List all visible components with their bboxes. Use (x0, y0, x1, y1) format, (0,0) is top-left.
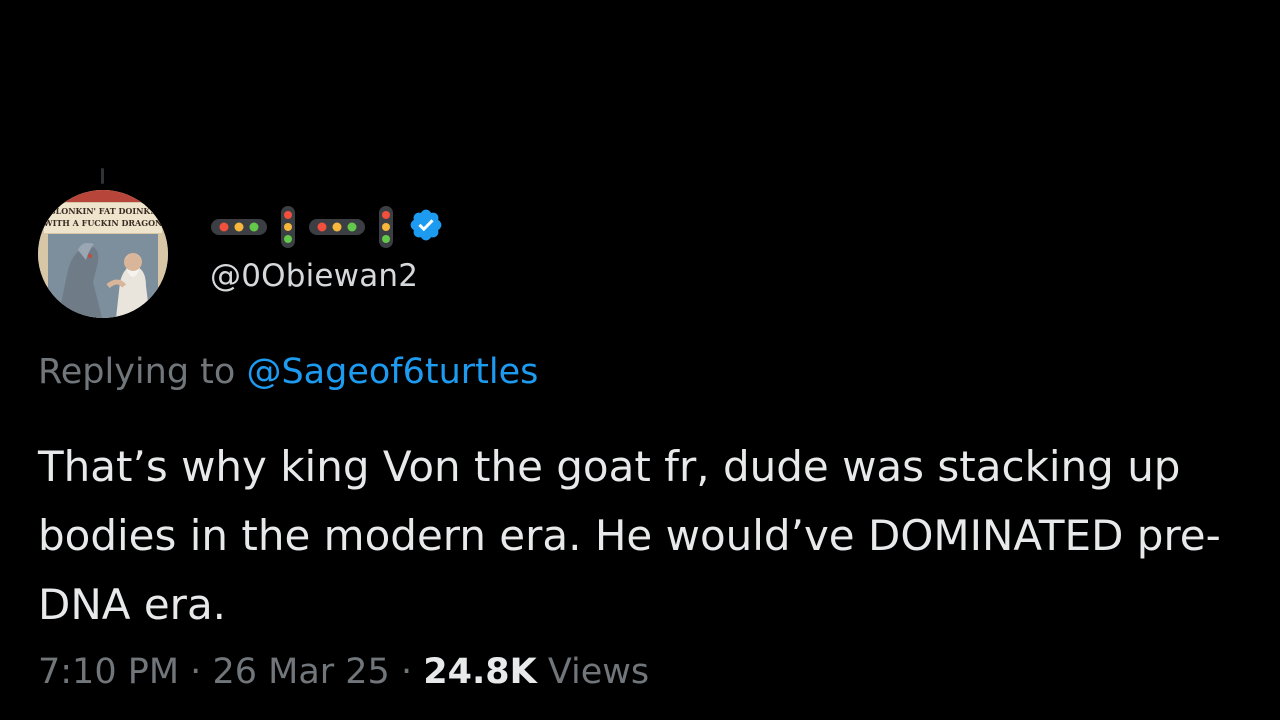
thread-connector-line (101, 168, 104, 184)
user-handle[interactable]: @0Obiewan2 (210, 258, 444, 294)
author-block: @0Obiewan2 (210, 200, 444, 294)
reply-mention-link[interactable]: @Sageof6turtles (246, 352, 538, 392)
horizontal-traffic-light-icon (210, 216, 268, 238)
avatar-image: SLONKIN' FAT DOINKS WITH A FUCKIN DRAGON (38, 190, 168, 318)
meta-separator: · (190, 652, 202, 692)
tweet-date[interactable]: 26 Mar 25 (212, 652, 389, 692)
replying-to-line: Replying to @Sageof6turtles (38, 352, 538, 392)
display-name[interactable] (210, 200, 444, 254)
horizontal-traffic-light-icon (308, 216, 366, 238)
svg-text:WITH A FUCKIN DRAGON: WITH A FUCKIN DRAGON (43, 218, 163, 228)
tweet-text: That’s why king Von the goat fr, dude wa… (38, 442, 1221, 629)
tweet: SLONKIN' FAT DOINKS WITH A FUCKIN DRAGON (0, 0, 1280, 720)
tweet-meta: 7:10 PM · 26 Mar 25 · 24.8K Views (38, 652, 649, 692)
avatar[interactable]: SLONKIN' FAT DOINKS WITH A FUCKIN DRAGON (38, 190, 168, 318)
vertical-traffic-light-icon (378, 205, 394, 249)
replying-to-label: Replying to (38, 352, 236, 392)
meta-separator: · (400, 652, 413, 692)
svg-text:SLONKIN' FAT DOINKS: SLONKIN' FAT DOINKS (50, 206, 157, 216)
tweet-time[interactable]: 7:10 PM (38, 652, 179, 692)
verified-badge-icon[interactable] (408, 207, 444, 247)
views-label: Views (547, 652, 650, 692)
views-count[interactable]: 24.8K (423, 652, 536, 692)
vertical-traffic-light-icon (280, 205, 296, 249)
